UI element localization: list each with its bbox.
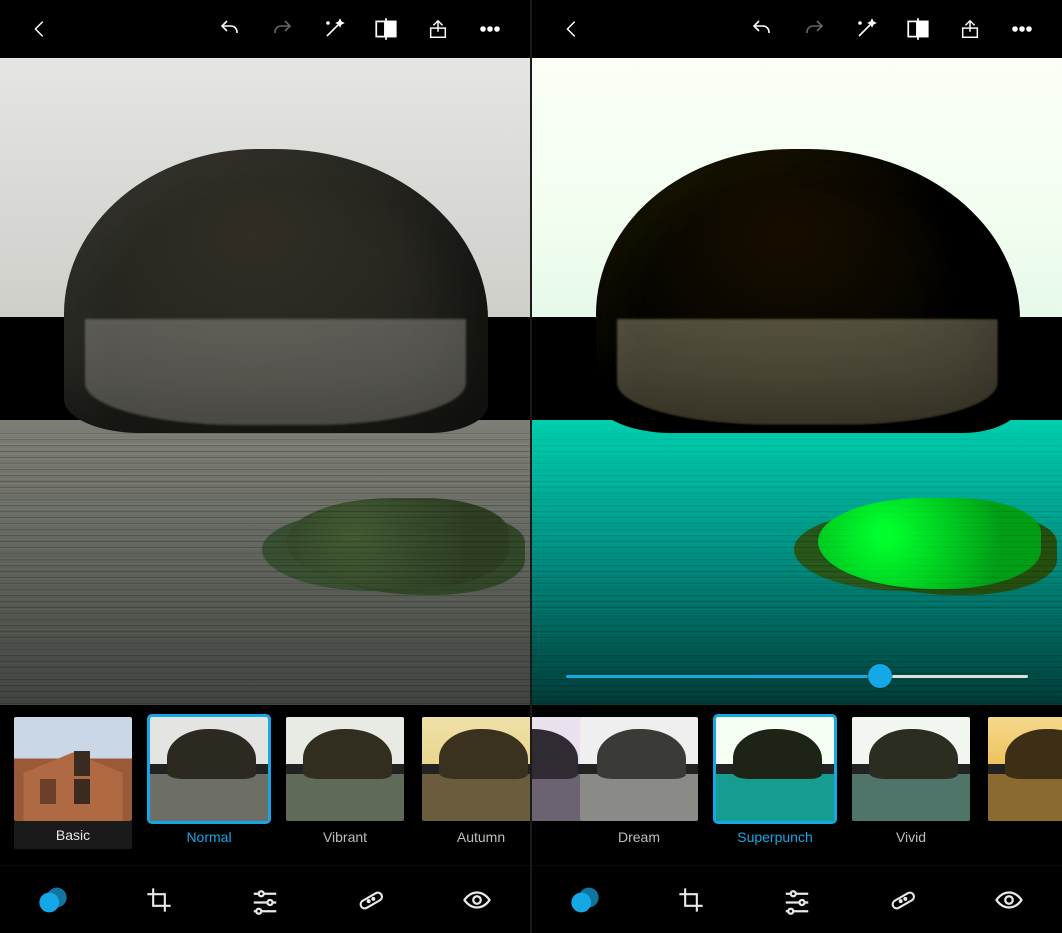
chevron-left-icon [561, 18, 583, 40]
undo-button[interactable] [210, 9, 250, 49]
share-icon [427, 18, 449, 40]
sliders-icon [250, 885, 280, 915]
top-toolbar [532, 0, 1062, 58]
filter-label: ed [532, 829, 562, 845]
more-icon [1010, 17, 1034, 41]
filter-category-basic[interactable]: Basic [14, 717, 132, 849]
bottom-tool-tabs [532, 865, 1062, 933]
category-thumb [14, 717, 132, 821]
compare-button[interactable] [366, 9, 406, 49]
filter-dream[interactable]: Dream [580, 717, 698, 845]
tab-looks[interactable] [25, 872, 81, 928]
crop-icon [677, 886, 705, 914]
filter-label: Normal [150, 829, 268, 845]
photo-canvas[interactable] [532, 58, 1062, 705]
filter-strip[interactable]: Basic Normal Vibrant Autumn [0, 705, 530, 865]
tab-redeye[interactable] [449, 872, 505, 928]
auto-enhance-button[interactable] [846, 9, 886, 49]
category-label: Basic [14, 821, 132, 849]
bandage-icon [889, 886, 917, 914]
bandage-icon [357, 886, 385, 914]
share-icon [959, 18, 981, 40]
more-icon [478, 17, 502, 41]
compare-icon [373, 16, 399, 42]
redo-button[interactable] [262, 9, 302, 49]
bottom-tool-tabs [0, 865, 530, 933]
looks-icon [38, 885, 68, 915]
redo-button[interactable] [794, 9, 834, 49]
photo-canvas[interactable] [0, 58, 530, 705]
tab-redeye[interactable] [981, 872, 1037, 928]
back-button[interactable] [552, 9, 592, 49]
auto-enhance-button[interactable] [314, 9, 354, 49]
slider-thumb[interactable] [868, 664, 892, 688]
eye-icon [462, 885, 492, 915]
looks-icon [570, 885, 600, 915]
filter-partial-left[interactable]: ed [532, 717, 562, 845]
filter-vivid[interactable]: Vivid [852, 717, 970, 845]
filter-normal[interactable]: Normal [150, 717, 268, 845]
share-button[interactable] [950, 9, 990, 49]
tab-crop[interactable] [131, 872, 187, 928]
filter-strip[interactable]: ed Dream Superpunch Vivid [532, 705, 1062, 865]
eye-icon [994, 885, 1024, 915]
editor-panel-left: Basic Normal Vibrant Autumn [0, 0, 530, 933]
tab-adjust[interactable] [237, 872, 293, 928]
filter-label: Vibrant [286, 829, 404, 845]
undo-button[interactable] [742, 9, 782, 49]
filter-superpunch[interactable]: Superpunch [716, 717, 834, 845]
sliders-icon [782, 885, 812, 915]
undo-icon [750, 17, 774, 41]
filter-vibrant[interactable]: Vibrant [286, 717, 404, 845]
magic-wand-icon [322, 17, 346, 41]
redo-icon [270, 17, 294, 41]
magic-wand-icon [854, 17, 878, 41]
share-button[interactable] [418, 9, 458, 49]
undo-icon [218, 17, 242, 41]
filter-partial-right[interactable] [988, 717, 1048, 829]
more-button[interactable] [1002, 9, 1042, 49]
filter-label: Vivid [852, 829, 970, 845]
photo-preview-superpunch [532, 58, 1062, 705]
tab-heal[interactable] [343, 872, 399, 928]
top-toolbar [0, 0, 530, 58]
tab-looks[interactable] [557, 872, 613, 928]
slider-track [566, 675, 1028, 678]
editor-panel-right: ed Dream Superpunch Vivid [530, 0, 1062, 933]
filter-label: Dream [580, 829, 698, 845]
redo-icon [802, 17, 826, 41]
tab-crop[interactable] [663, 872, 719, 928]
tab-adjust[interactable] [769, 872, 825, 928]
compare-icon [905, 16, 931, 42]
back-button[interactable] [20, 9, 60, 49]
chevron-left-icon [29, 18, 51, 40]
filter-autumn[interactable]: Autumn [422, 717, 530, 845]
crop-icon [145, 886, 173, 914]
compare-button[interactable] [898, 9, 938, 49]
filter-label: Superpunch [716, 829, 834, 845]
more-button[interactable] [470, 9, 510, 49]
filter-label: Autumn [422, 829, 530, 845]
tab-heal[interactable] [875, 872, 931, 928]
intensity-slider[interactable] [566, 661, 1028, 691]
photo-preview-normal [0, 58, 530, 705]
